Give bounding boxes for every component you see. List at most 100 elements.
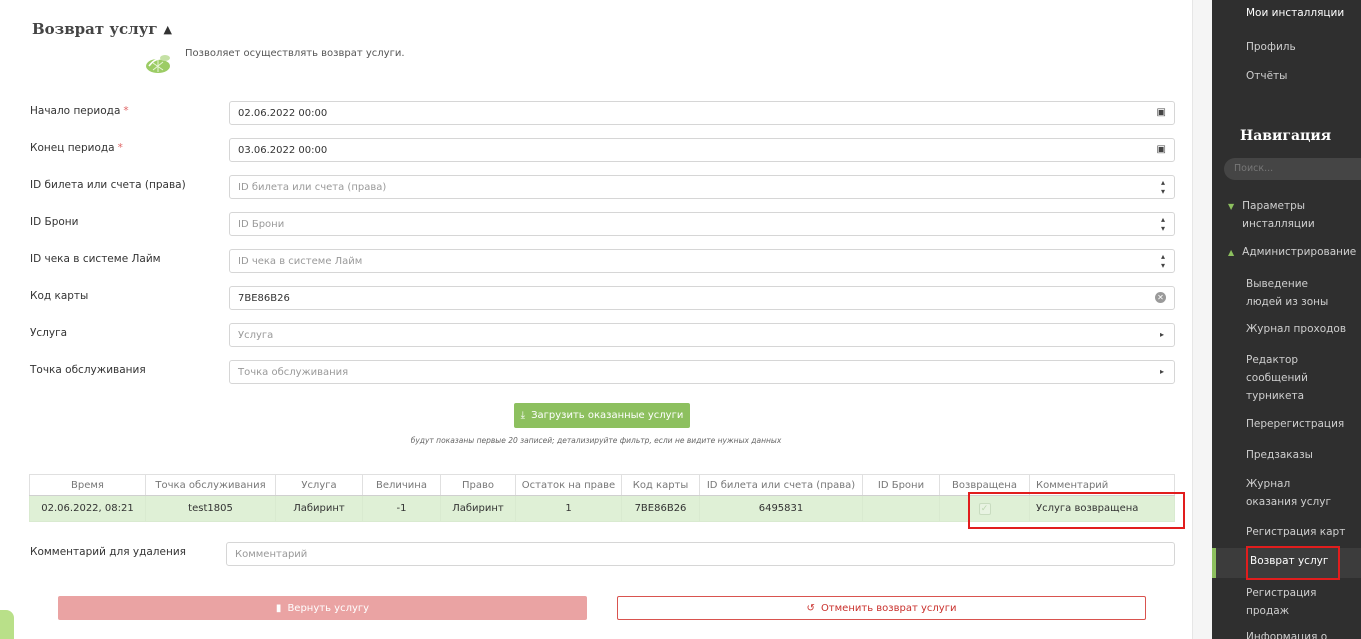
column-header[interactable]: ID билета или счета (права): [699, 474, 863, 496]
sidebar-nav-title: Навигация: [1240, 128, 1332, 144]
cell-card: 7BE86B26: [621, 495, 700, 522]
service-select[interactable]: Услуга ▸: [229, 323, 1175, 347]
triangle-up-icon: ▲: [1228, 248, 1235, 257]
card-code-input[interactable]: 7BE86B26 ✕: [229, 286, 1175, 310]
load-hint: будут показаны первые 20 записей; детали…: [410, 436, 782, 445]
column-header[interactable]: Точка обслуживания: [145, 474, 276, 496]
column-header[interactable]: Время: [29, 474, 146, 496]
main-content: Возврат услуг ▲ Позволяет осуществлять в…: [0, 0, 1212, 639]
end-period-value: 03.06.2022 00:00: [238, 145, 328, 156]
sidebar-item-reports[interactable]: Отчёты: [1246, 67, 1287, 85]
cancel-return-button[interactable]: ↺ Отменить возврат услуги: [617, 596, 1146, 620]
clear-icon[interactable]: ✕: [1155, 292, 1166, 303]
required-mark: *: [123, 105, 129, 117]
corner-decoration: [0, 610, 14, 639]
sidebar-item-profile[interactable]: Профиль: [1246, 38, 1296, 56]
card-code-value: 7BE86B26: [238, 293, 290, 304]
return-service-button[interactable]: ▮ Вернуть услугу: [58, 596, 587, 620]
field-row-delete-comment: Комментарий для удаления Комментарий: [0, 542, 1192, 566]
check-id-input[interactable]: ID чека в системе Лайм ▴ ▾: [229, 249, 1175, 273]
cell-point: test1805: [145, 495, 276, 522]
field-row-service: Услуга Услуга ▸: [0, 323, 1192, 347]
field-label: Код карты: [30, 290, 89, 302]
load-services-label: Загрузить оказанные услуги: [531, 410, 684, 421]
delete-comment-input[interactable]: Комментарий: [226, 542, 1175, 566]
column-header[interactable]: Код карты: [621, 474, 700, 496]
spinner-icon[interactable]: ▴ ▾: [1161, 252, 1165, 270]
trash-icon: ▮: [275, 602, 282, 614]
column-header[interactable]: Право: [440, 474, 516, 496]
sidebar: Мои инсталляции Профиль Отчёты Навигация…: [1212, 0, 1361, 639]
field-label: Комментарий для удаления: [30, 546, 186, 558]
page-description: Позволяет осуществлять возврат услуги.: [185, 48, 405, 59]
cell-time: 02.06.2022, 08:21: [29, 495, 146, 522]
column-header[interactable]: Услуга: [275, 474, 363, 496]
column-header[interactable]: ID Брони: [862, 474, 940, 496]
active-indicator: [1212, 548, 1216, 578]
cell-right: Лабиринт: [440, 495, 516, 522]
column-header[interactable]: Величина: [362, 474, 441, 496]
triangle-down-icon: ▼: [1228, 202, 1235, 211]
sidebar-search-input[interactable]: Поиск...: [1224, 158, 1361, 180]
end-period-input[interactable]: 03.06.2022 00:00 ▣: [229, 138, 1175, 162]
calendar-icon[interactable]: ▣: [1157, 144, 1166, 155]
field-row-booking-id: ID Брони ID Брони ▴ ▾: [0, 212, 1192, 236]
sidebar-item-reregistration[interactable]: Перерегистрация: [1246, 415, 1344, 433]
sidebar-category-label: Администрирование: [1242, 246, 1357, 258]
ticket-id-placeholder: ID билета или счета (права): [238, 182, 387, 193]
undo-icon: ↺: [806, 602, 815, 614]
cell-remaining: 1: [515, 495, 622, 522]
load-services-button[interactable]: ⤓ Загрузить оказанные услуги: [514, 403, 690, 428]
service-placeholder: Услуга: [238, 330, 274, 341]
cell-booking: [862, 495, 940, 522]
highlight-box: [968, 492, 1185, 529]
dropdown-arrow-icon[interactable]: ▸: [1160, 330, 1164, 339]
dropdown-arrow-icon[interactable]: ▸: [1160, 367, 1164, 376]
page-title-text: Возврат услуг: [32, 20, 158, 38]
field-label: Конец периода *: [30, 142, 123, 154]
sidebar-item-pass-log[interactable]: Журнал проходов: [1246, 320, 1346, 338]
field-label: ID чека в системе Лайм: [30, 253, 161, 265]
field-row-start-period: Начало периода * 02.06.2022 00:00 ▣: [0, 101, 1192, 125]
column-header[interactable]: Остаток на праве: [515, 474, 622, 496]
sidebar-item-sales-registration[interactable]: Регистрация продаж: [1246, 584, 1326, 620]
sidebar-item-preorders[interactable]: Предзаказы: [1246, 446, 1313, 464]
sidebar-item-info[interactable]: Информация о: [1246, 628, 1327, 639]
scroll-gutter: [1192, 0, 1212, 639]
sidebar-category-admin[interactable]: ▲ Администрирование: [1228, 243, 1356, 262]
field-label: Точка обслуживания: [30, 364, 146, 376]
spinner-icon[interactable]: ▴ ▾: [1161, 178, 1165, 196]
highlight-box: [1246, 546, 1340, 580]
field-row-ticket-id: ID билета или счета (права) ID билета ил…: [0, 175, 1192, 199]
sidebar-item-service-log[interactable]: Журнал оказания услуг: [1246, 475, 1336, 511]
calendar-icon[interactable]: ▣: [1157, 107, 1166, 118]
booking-id-input[interactable]: ID Брони ▴ ▾: [229, 212, 1175, 236]
service-point-select[interactable]: Точка обслуживания ▸: [229, 360, 1175, 384]
sidebar-category-install-params[interactable]: ▼ Параметры инсталляции: [1228, 197, 1332, 233]
page-title[interactable]: Возврат услуг ▲: [32, 20, 172, 38]
download-icon: ⤓: [520, 410, 526, 421]
booking-id-placeholder: ID Брони: [238, 219, 285, 230]
sidebar-item-zone-exit[interactable]: Выведение людей из зоны: [1246, 275, 1346, 311]
start-period-input[interactable]: 02.06.2022 00:00 ▣: [229, 101, 1175, 125]
field-label: ID Брони: [30, 216, 79, 228]
field-row-card-code: Код карты 7BE86B26 ✕: [0, 286, 1192, 310]
page: Возврат услуг ▲ Позволяет осуществлять в…: [0, 0, 1361, 639]
field-row-check-id: ID чека в системе Лайм ID чека в системе…: [0, 249, 1192, 273]
sidebar-search-placeholder: Поиск...: [1234, 163, 1274, 174]
ticket-id-input[interactable]: ID билета или счета (права) ▴ ▾: [229, 175, 1175, 199]
delete-comment-placeholder: Комментарий: [235, 549, 308, 560]
sidebar-item-card-registration[interactable]: Регистрация карт: [1246, 523, 1345, 541]
sidebar-item-my-installations[interactable]: Мои инсталляции: [1246, 7, 1344, 19]
field-label: ID билета или счета (права): [30, 179, 186, 191]
return-service-label: Вернуть услугу: [287, 602, 370, 614]
required-mark: *: [117, 142, 123, 154]
start-period-value: 02.06.2022 00:00: [238, 108, 328, 119]
sidebar-item-turnstile-editor[interactable]: Редактор сообщений турникета: [1246, 351, 1326, 405]
chevron-up-icon[interactable]: ▲: [164, 23, 172, 36]
cancel-return-label: Отменить возврат услуги: [820, 602, 957, 614]
spinner-icon[interactable]: ▴ ▾: [1161, 215, 1165, 233]
sidebar-category-label: Параметры инсталляции: [1242, 200, 1315, 230]
lime-logo-icon: [146, 55, 170, 73]
cell-amount: -1: [362, 495, 441, 522]
